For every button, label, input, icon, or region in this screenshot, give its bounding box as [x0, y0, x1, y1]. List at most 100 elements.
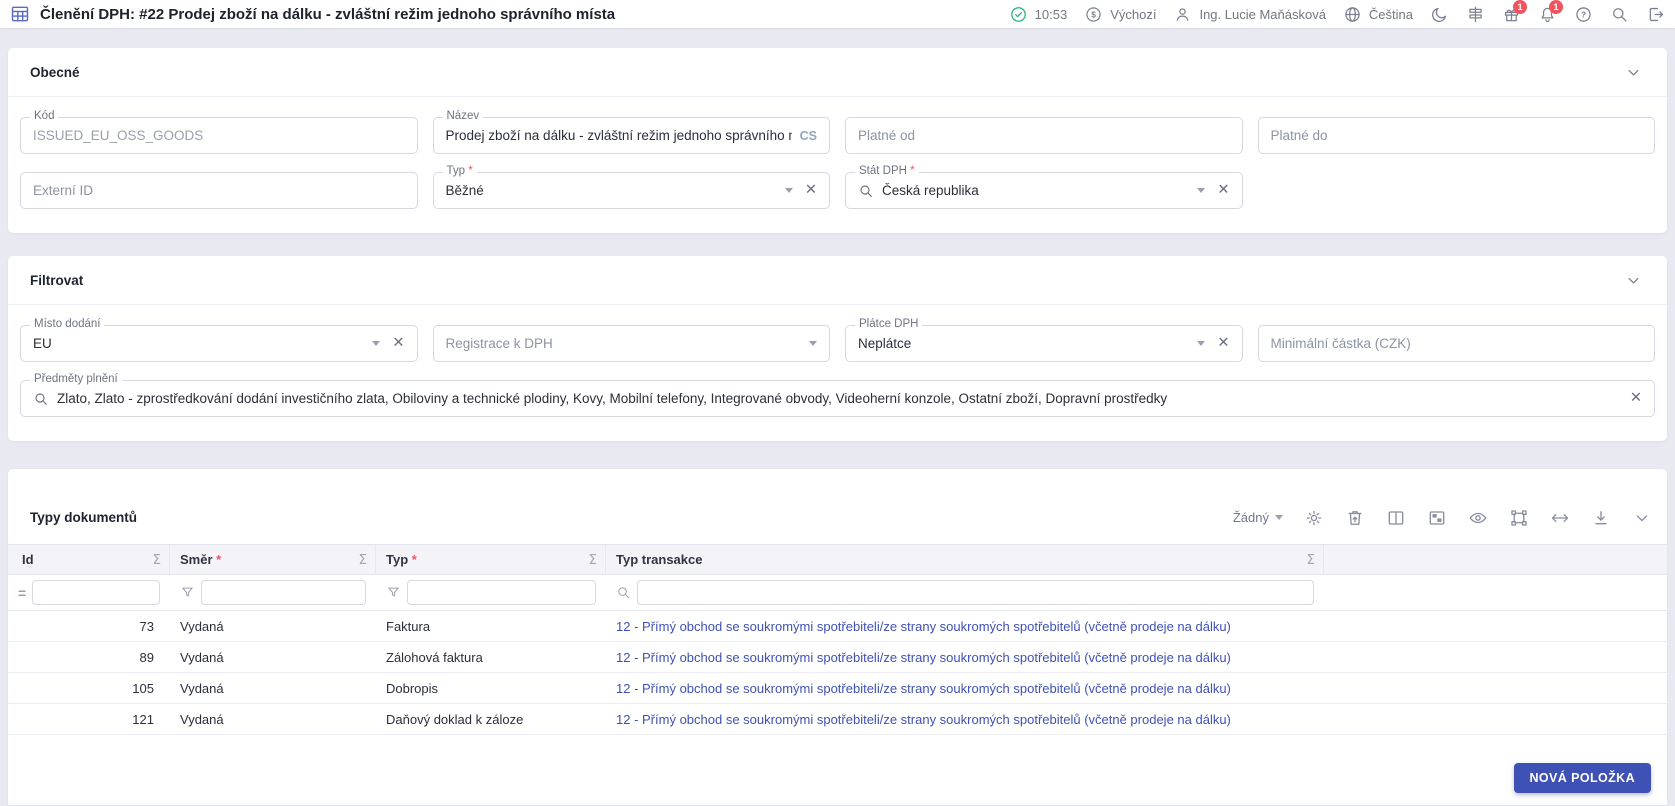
nazev-input[interactable] — [445, 128, 792, 143]
misto-dodani-field[interactable]: Místo dodání EU ✕ — [20, 318, 418, 362]
dropdown-caret-icon[interactable] — [809, 341, 817, 346]
table-toolbar: Typy dokumentů Žádný — [8, 469, 1667, 544]
misto-dodani-value: EU — [33, 336, 52, 351]
column-header-smer[interactable]: Směr * Σ — [170, 545, 376, 574]
platne-do-field[interactable] — [1257, 117, 1655, 154]
platne-od-input[interactable] — [858, 128, 1230, 143]
table-settings-button[interactable] — [1304, 508, 1324, 528]
selection-frame-button[interactable] — [1509, 508, 1529, 528]
dropdown-caret-icon[interactable] — [784, 188, 793, 193]
navigation-switch[interactable] — [1466, 5, 1485, 24]
table-row[interactable]: 89 Vydaná Zálohová faktura 12 - Přímý ob… — [8, 642, 1667, 673]
chevron-down-icon[interactable] — [1624, 63, 1643, 82]
split-view-button[interactable] — [1386, 508, 1406, 528]
stat-dph-field[interactable]: Stát DPH * Česká republika ✕ — [845, 165, 1243, 209]
logout-icon — [1649, 7, 1664, 21]
nazev-field[interactable]: Název CS — [432, 110, 830, 154]
collapse-table-button[interactable] — [1632, 508, 1652, 528]
section-general-header[interactable]: Obecné — [8, 48, 1667, 97]
typ-transakce-filter-input[interactable] — [637, 580, 1314, 605]
misto-dodani-label: Místo dodání — [30, 318, 105, 330]
clear-icon[interactable]: ✕ — [1217, 183, 1229, 198]
funnel-icon[interactable] — [386, 585, 401, 600]
cell-typ-transakce-link[interactable]: 12 - Přímý obchod se soukromými spotřebi… — [606, 704, 1324, 734]
global-search[interactable] — [1610, 5, 1629, 24]
logout[interactable] — [1646, 5, 1665, 24]
sigma-aggregate-icon[interactable]: Σ — [1306, 552, 1315, 568]
whats-new[interactable]: 1 — [1502, 0, 1527, 24]
typ-field[interactable]: Typ * Běžné ✕ — [432, 165, 830, 209]
clear-icon[interactable]: ✕ — [392, 336, 404, 351]
new-item-button[interactable]: NOVÁ POLOŽKA — [1513, 763, 1651, 793]
cell-typ-transakce-link[interactable]: 12 - Přímý obchod se soukromými spotřebi… — [606, 673, 1324, 703]
table-grid-icon[interactable] — [10, 4, 30, 24]
section-document-types: Typy dokumentů Žádný Id Σ Směr * Σ Typ *… — [8, 469, 1667, 805]
minimalni-castka-field[interactable] — [1257, 325, 1655, 362]
typ-filter-input[interactable] — [407, 580, 596, 605]
table-row[interactable]: 105 Vydaná Dobropis 12 - Přímý obchod se… — [8, 673, 1667, 704]
gift-badge: 1 — [1513, 0, 1527, 14]
group-by-value: Žádný — [1232, 510, 1269, 525]
dropdown-caret-icon[interactable] — [1197, 341, 1206, 346]
cell-empty — [1324, 673, 1667, 703]
table-row[interactable]: 73 Vydaná Faktura 12 - Přímý obchod se s… — [8, 611, 1667, 642]
typ-label: Typ * — [442, 165, 477, 177]
id-filter-input[interactable] — [32, 580, 160, 605]
column-header-typ[interactable]: Typ * Σ — [376, 545, 606, 574]
search-icon[interactable] — [616, 585, 631, 600]
user-name: Ing. Lucie Maňásková — [1199, 6, 1326, 22]
cell-typ-transakce-link[interactable]: 12 - Přímý obchod se soukromými spotřebi… — [606, 642, 1324, 672]
column-label: Typ * — [386, 552, 417, 567]
equals-icon[interactable]: = — [18, 585, 26, 601]
language-suffix-badge[interactable]: CS — [800, 129, 817, 143]
column-header-id[interactable]: Id Σ — [8, 545, 170, 574]
clear-icon[interactable]: ✕ — [805, 183, 817, 198]
sync-status[interactable]: 10:53 — [1009, 5, 1067, 24]
cell-id: 89 — [139, 649, 154, 665]
predmety-plneni-field[interactable]: Předměty plnění Zlato, Zlato - zprostřed… — [20, 373, 1655, 417]
sigma-aggregate-icon[interactable]: Σ — [588, 552, 597, 568]
export-button[interactable] — [1591, 508, 1611, 528]
smer-filter-input[interactable] — [201, 580, 366, 605]
empty-cell — [1258, 172, 1656, 209]
funnel-icon[interactable] — [180, 585, 195, 600]
externi-id-input[interactable] — [33, 183, 405, 198]
platce-dph-label: Plátce DPH — [855, 318, 923, 330]
platne-do-input[interactable] — [1270, 128, 1642, 143]
cell-smer: Vydaná — [180, 649, 224, 665]
chevron-down-icon[interactable] — [1624, 271, 1643, 290]
kod-field[interactable]: Kód — [20, 110, 418, 154]
cell-typ-transakce-link[interactable]: 12 - Přímý obchod se soukromými spotřebi… — [606, 611, 1324, 641]
externi-id-field[interactable] — [20, 172, 418, 209]
currency-profile[interactable]: $ Výchozí — [1084, 5, 1156, 24]
layout-button[interactable] — [1427, 508, 1447, 528]
notifications[interactable]: 1 — [1538, 0, 1563, 24]
registrace-k-dph-field[interactable]: Registrace k DPH — [432, 325, 830, 362]
dark-mode-toggle[interactable] — [1430, 5, 1449, 24]
currency-profile-label: Výchozí — [1110, 6, 1157, 22]
table-row[interactable]: 121 Vydaná Daňový doklad k záloze 12 - P… — [8, 704, 1667, 735]
dropdown-caret-icon[interactable] — [1197, 188, 1206, 193]
platne-od-field[interactable] — [845, 117, 1243, 154]
cell-id: 121 — [132, 711, 154, 727]
minimalni-castka-input[interactable] — [1270, 336, 1642, 351]
platce-dph-field[interactable]: Plátce DPH Neplátce ✕ — [845, 318, 1243, 362]
sigma-aggregate-icon[interactable]: Σ — [358, 552, 367, 568]
clear-icon[interactable]: ✕ — [1217, 336, 1229, 351]
clear-icon[interactable]: ✕ — [1630, 391, 1642, 406]
language-selector[interactable]: Čeština — [1343, 5, 1413, 24]
column-header-typ-transakce[interactable]: Typ transakce Σ — [606, 545, 1324, 574]
group-by-dropdown[interactable]: Žádný — [1233, 510, 1283, 525]
cell-id: 105 — [132, 680, 154, 696]
help[interactable]: ? — [1574, 5, 1593, 24]
sigma-aggregate-icon[interactable]: Σ — [152, 552, 161, 568]
visibility-button[interactable] — [1468, 508, 1488, 528]
user-menu[interactable]: Ing. Lucie Maňásková — [1173, 5, 1326, 24]
kod-input[interactable] — [33, 128, 405, 143]
dropdown-caret-icon[interactable] — [372, 341, 381, 346]
fit-width-button[interactable] — [1550, 508, 1570, 528]
kod-label: Kód — [30, 110, 59, 122]
section-filter-header[interactable]: Filtrovat — [8, 256, 1667, 305]
svg-text:?: ? — [1581, 9, 1586, 19]
archive-button[interactable] — [1345, 508, 1365, 528]
